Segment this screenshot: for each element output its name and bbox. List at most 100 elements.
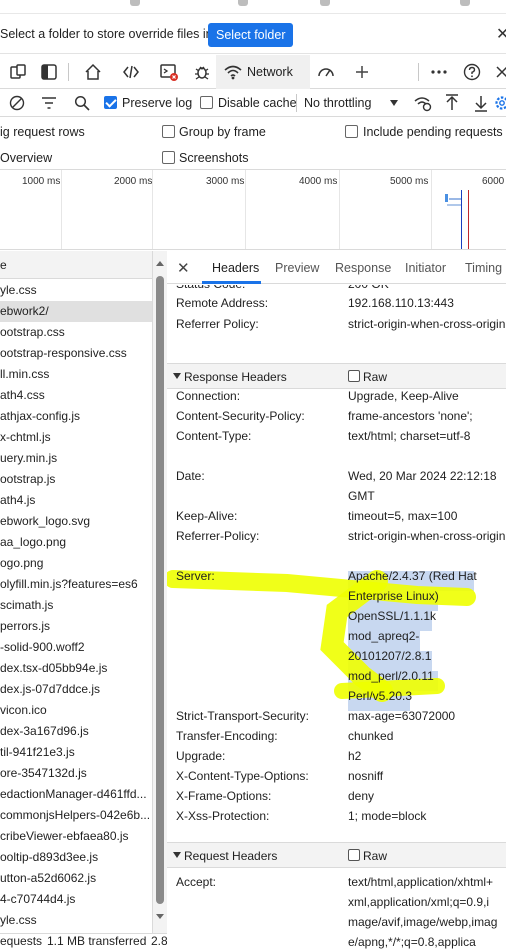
request-row[interactable]: dex.js-07d7ddce.js — [0, 679, 152, 700]
request-row[interactable]: 4-c70744d4.js — [0, 889, 152, 910]
request-list-header[interactable]: e — [0, 251, 152, 279]
network-toolbar: Preserve log Disable cache No throttling — [0, 89, 506, 117]
strip-fragment — [238, 0, 248, 6]
infobar-message: Select a folder to store override files … — [0, 27, 217, 41]
more-icon[interactable] — [429, 62, 449, 82]
header-value: max-age=63072000 — [348, 709, 456, 723]
request-count: equests — [0, 934, 43, 948]
request-row[interactable]: ath4.css — [0, 385, 152, 406]
header-name: Remote Address: — [176, 296, 269, 310]
close-icon[interactable]: ✕ — [496, 24, 506, 44]
request-row[interactable]: yle.css — [0, 280, 152, 301]
tab-network[interactable]: Network — [216, 55, 310, 89]
clear-icon[interactable] — [9, 95, 25, 114]
request-row[interactable]: x-chtml.js — [0, 427, 152, 448]
network-conditions-icon[interactable] — [413, 94, 433, 115]
raw-checkbox[interactable] — [348, 370, 360, 382]
performance-icon[interactable] — [316, 62, 336, 82]
request-row[interactable]: aa_logo.png — [0, 532, 152, 553]
group-by-frame-checkbox[interactable] — [162, 125, 175, 138]
gridline — [61, 170, 62, 249]
request-row[interactable]: commonjsHelpers-042e6b... — [0, 805, 152, 826]
request-row[interactable]: ebwork_logo.svg — [0, 511, 152, 532]
details-tabbar: ✕ Headers Preview Response Initiator Tim… — [167, 251, 506, 284]
request-row[interactable]: ll.min.css — [0, 364, 152, 385]
request-row[interactable]: olyfill.min.js?features=es6 — [0, 574, 152, 595]
request-row[interactable]: edactionManager-d461ffd... — [0, 784, 152, 805]
request-row[interactable]: dex.tsx-d05bb94e.js — [0, 658, 152, 679]
header-value: deny — [348, 789, 375, 803]
welcome-icon[interactable] — [83, 62, 103, 82]
header-value: Upgrade, Keep-Alive — [348, 389, 459, 403]
header-value: frame-ancestors 'none'; — [348, 409, 473, 423]
header-name: X-Xss-Protection: — [176, 809, 270, 823]
close-icon[interactable]: ✕ — [177, 259, 190, 277]
request-row[interactable]: ath4.js — [0, 490, 152, 511]
add-tab-icon[interactable] — [352, 62, 372, 82]
throttling-select[interactable]: No throttling — [304, 96, 371, 110]
header-name: Server: — [176, 569, 215, 583]
header-name: Referrer-Policy: — [176, 529, 260, 543]
include-pending-checkbox[interactable] — [345, 125, 358, 138]
request-row[interactable]: athjax-config.js — [0, 406, 152, 427]
request-row[interactable]: ootstrap.css — [0, 322, 152, 343]
request-row[interactable]: vicon.ico — [0, 700, 152, 721]
request-row[interactable]: dex-3a167d96.js — [0, 721, 152, 742]
request-headers-section[interactable]: Request Headers Raw — [167, 842, 506, 868]
request-row[interactable]: ootstrap.js — [0, 469, 152, 490]
disable-cache-checkbox[interactable] — [200, 96, 213, 109]
dock-icon[interactable] — [39, 62, 59, 82]
import-icon[interactable] — [445, 94, 459, 115]
request-row[interactable]: scimath.js — [0, 595, 152, 616]
tab-preview[interactable]: Preview — [275, 261, 319, 275]
header-value: strict-origin-when-cross-origin — [348, 317, 506, 331]
elements-icon[interactable] — [121, 62, 141, 82]
request-row[interactable]: perrors.js — [0, 616, 152, 637]
header-name: X-Content-Type-Options: — [176, 769, 309, 783]
request-row[interactable]: -solid-900.woff2 — [0, 637, 152, 658]
big-request-rows-label: ig request rows — [0, 125, 85, 139]
request-bar — [445, 194, 448, 202]
screenshots-checkbox[interactable] — [162, 151, 175, 164]
select-folder-button[interactable]: Select folder — [208, 23, 294, 47]
request-row[interactable]: til-941f21e3.js — [0, 742, 152, 763]
search-icon[interactable] — [74, 95, 90, 114]
scroll-up-icon[interactable] — [156, 261, 164, 266]
close-icon[interactable] — [492, 62, 506, 82]
sources-icon[interactable] — [192, 62, 212, 82]
tab-timing[interactable]: Timing — [465, 261, 502, 275]
request-row[interactable]: ooltip-d893d3ee.js — [0, 847, 152, 868]
settings-gear-icon[interactable] — [494, 94, 506, 115]
help-icon[interactable] — [462, 62, 482, 82]
device-toolbar-icon[interactable] — [8, 62, 28, 82]
export-icon[interactable] — [474, 94, 488, 115]
gridline — [431, 170, 432, 249]
request-row[interactable]: ore-3547132d.js — [0, 763, 152, 784]
timeline-overview[interactable]: 1000 ms 2000 ms 3000 ms 4000 ms 5000 ms … — [0, 170, 506, 250]
request-row[interactable]: ootstrap-responsive.css — [0, 343, 152, 364]
filter-icon[interactable] — [41, 96, 57, 113]
scrollbar-thumb[interactable] — [156, 276, 164, 904]
request-row[interactable]: utton-a52d6062.js — [0, 868, 152, 889]
chevron-down-icon[interactable] — [390, 100, 398, 106]
header-name: Transfer-Encoding: — [176, 729, 278, 743]
raw-checkbox[interactable] — [348, 849, 360, 861]
request-bar — [449, 198, 461, 200]
header-value-line: mod_perl/2.0.11 — [348, 669, 434, 683]
request-row[interactable]: ebwork2/ — [0, 301, 152, 322]
scroll-down-icon[interactable] — [156, 914, 164, 919]
header-value: timeout=5, max=100 — [348, 509, 458, 523]
preserve-log-checkbox[interactable] — [104, 96, 117, 109]
tab-headers[interactable]: Headers — [212, 261, 259, 275]
request-row[interactable]: uery.min.js — [0, 448, 152, 469]
section-title: Response Headers — [184, 370, 287, 384]
header-value-line: Perl/v5.20.3 — [348, 689, 413, 703]
request-bar — [447, 204, 461, 206]
tab-initiator[interactable]: Initiator — [405, 261, 446, 275]
tab-response[interactable]: Response — [335, 261, 391, 275]
console-icon[interactable] — [159, 62, 179, 82]
request-row[interactable]: cribeViewer-ebfaea80.js — [0, 826, 152, 847]
gridline — [339, 170, 340, 249]
request-row[interactable]: ogo.png — [0, 553, 152, 574]
request-list-scrollbar[interactable] — [153, 251, 167, 933]
